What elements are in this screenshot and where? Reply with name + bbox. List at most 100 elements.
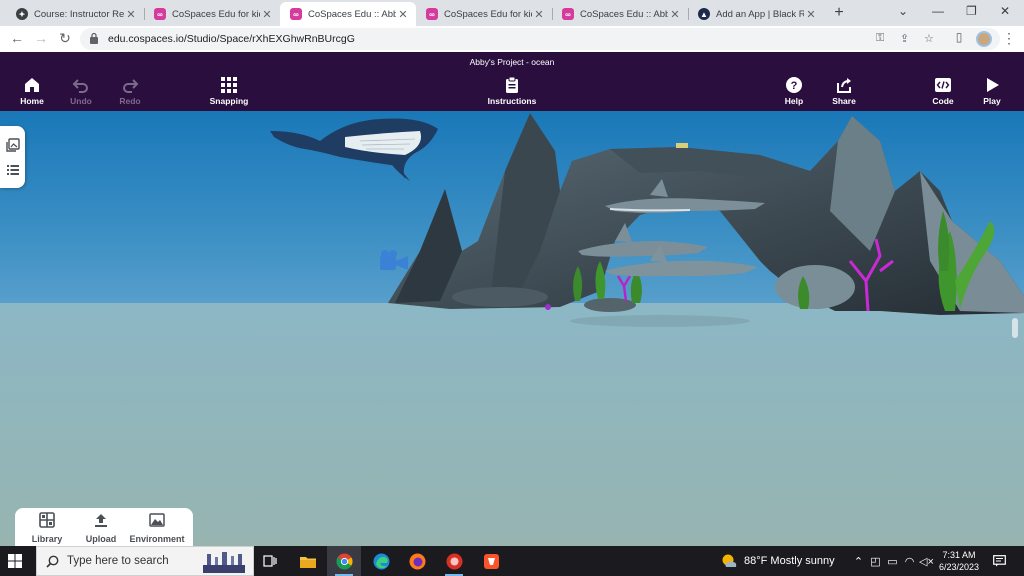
side-panel-tab[interactable] [0,126,25,188]
task-view-icon [263,555,277,567]
browser-tab-active[interactable]: ∞ CoSpaces Edu :: Abby's ✕ [280,2,416,26]
search-placeholder: Type here to search [67,555,169,567]
key-icon[interactable]: ⚿ [876,32,884,45]
red-app-icon [446,553,462,569]
library-button[interactable]: Library [25,512,69,544]
tab-title: Course: Instructor Res [34,8,124,20]
more-menu-icon[interactable]: ⋮ [1000,30,1018,47]
battery-icon[interactable]: ▭ [884,555,901,568]
wifi-icon[interactable]: ◠ [901,555,918,568]
browser-tab[interactable]: ▲ Add an App | Black Ro ✕ [688,2,824,26]
brave-taskbar-button[interactable] [474,546,508,576]
file-explorer-button[interactable] [291,546,325,576]
browser-tab[interactable]: ∞ CoSpaces Edu for kids ✕ [416,2,553,26]
tab-title: CoSpaces Edu for kids [444,8,532,20]
forward-arrow-icon[interactable]: → [32,30,50,46]
side-panel-icon[interactable]: ▯ [950,30,968,44]
upload-icon [95,514,107,527]
code-icon [935,78,951,92]
chrome-taskbar-button[interactable] [327,546,361,576]
svg-text:?: ? [791,80,798,92]
chevron-up-icon[interactable]: ⌃ [850,555,867,568]
environment-button[interactable]: Environment [127,512,187,544]
browser-toolbar: ← → ↻ edu.cospaces.io/Studio/Space/rXhEX… [0,26,1024,52]
browser-tab[interactable]: ∞ CoSpaces Edu :: Abby's ✕ [552,2,689,26]
edge-taskbar-button[interactable] [364,546,398,576]
clock-time: 7:31 AM [942,550,976,560]
tab-title: Add an App | Black Ro [716,8,804,20]
close-tab-icon[interactable]: ✕ [124,8,138,21]
snapping-button[interactable]: Snapping [199,76,259,106]
list-icon[interactable] [6,163,20,177]
redo-icon [123,79,139,93]
share-button[interactable]: Share [814,76,874,106]
sun-cloud-icon [722,554,737,567]
bottom-toolbar: Library Upload Environment [15,508,193,548]
task-view-button[interactable] [253,546,287,576]
share-page-icon[interactable]: ⇪ [900,32,909,45]
home-icon [25,78,39,92]
weather-text: 88°F Mostly sunny [744,555,835,567]
tab-title: CoSpaces Edu :: Abby's [308,8,396,20]
close-tab-icon[interactable]: ✕ [260,8,274,21]
scene-viewport[interactable] [0,111,1024,546]
app-taskbar-button[interactable] [437,546,471,576]
taskbar-clock[interactable]: 7:31 AM 6/23/2023 [932,549,986,573]
close-tab-icon[interactable]: ✕ [668,8,682,21]
search-icon [46,555,59,568]
back-arrow-icon[interactable]: ← [8,30,26,46]
treasure-object[interactable] [676,143,688,148]
profile-avatar[interactable] [976,31,992,47]
windows-taskbar: Type here to search 88°F Mostly sunny ⌃ … [0,546,1024,576]
reload-icon[interactable]: ↻ [56,30,74,47]
instructions-button[interactable]: Instructions [482,76,542,106]
weather-widget[interactable]: 88°F Mostly sunny [720,546,835,576]
restore-window-icon[interactable]: ❐ [966,4,977,18]
ocean-scene[interactable] [0,111,1024,546]
windows-start-icon[interactable] [8,554,22,568]
cospaces-icon: ∞ [426,8,438,20]
play-icon [987,78,999,92]
upload-button[interactable]: Upload [81,512,121,544]
gallery-icon[interactable] [6,138,20,152]
address-bar[interactable]: edu.cospaces.io/Studio/Space/rXhEXGhwRnB… [80,28,1000,50]
undo-icon [72,79,88,93]
close-tab-icon[interactable]: ✕ [804,8,818,21]
grid-snapping-icon [221,77,237,93]
clipboard-icon [506,76,518,93]
firefox-taskbar-button[interactable] [400,546,434,576]
close-tab-icon[interactable]: ✕ [396,8,410,21]
chrome-icon [336,553,352,569]
compass-icon: ✦ [16,8,28,20]
meet-now-icon[interactable]: ◰ [867,555,884,568]
clock-date: 6/23/2023 [938,562,980,572]
url-text[interactable]: edu.cospaces.io/Studio/Space/rXhEXGhwRnB… [108,33,355,45]
tab-title: CoSpaces Edu for kids [172,8,260,20]
landscape-icon [149,513,165,527]
project-title: Abby's Project - ocean [469,57,555,67]
tab-search-chevron-icon[interactable]: ⌄ [898,4,908,18]
library-icon [39,512,55,528]
tab-title: CoSpaces Edu :: Abby's [580,8,668,20]
brave-icon [483,553,499,569]
new-tab-button[interactable]: + [830,4,848,22]
browser-tab[interactable]: ∞ CoSpaces Edu for kids ✕ [144,2,281,26]
edge-icon [373,553,389,569]
browser-tab[interactable]: ✦ Course: Instructor Res ✕ [6,2,145,26]
bookmark-star-icon[interactable]: ☆ [924,32,934,45]
redo-button[interactable]: Redo [100,76,160,106]
help-icon: ? [786,77,802,93]
scene-scroll-handle[interactable] [1012,318,1018,338]
cospaces-icon: ∞ [562,8,574,20]
lock-icon [90,32,98,44]
cospaces-icon: ∞ [290,8,302,20]
close-window-icon[interactable]: ✕ [1000,4,1010,18]
taskbar-search-box[interactable]: Type here to search [36,546,254,576]
close-tab-icon[interactable]: ✕ [532,8,546,21]
blackrocket-icon: ▲ [698,8,710,20]
play-button[interactable]: Play [962,76,1022,106]
share-icon [837,78,851,93]
browser-tab-strip: ✦ Course: Instructor Res ✕ ∞ CoSpaces Ed… [0,0,1024,26]
notifications-icon[interactable] [993,555,1006,567]
minimize-window-icon[interactable]: — [932,4,944,18]
